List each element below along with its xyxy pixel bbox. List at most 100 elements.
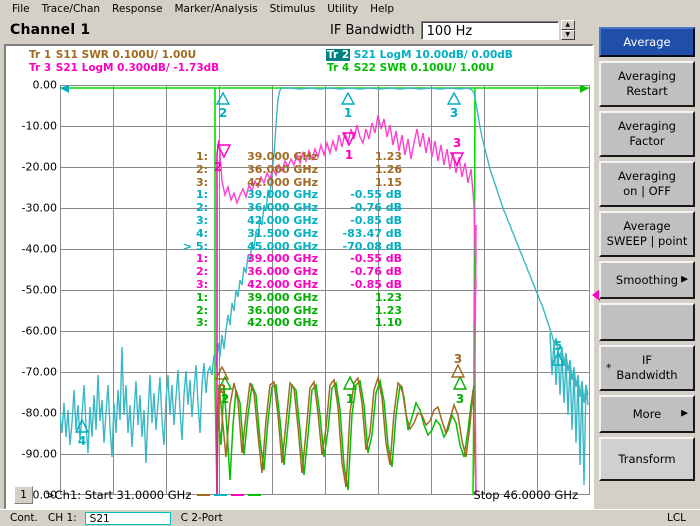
vna-application-window: File Trace/Chan Response Marker/Analysis Sti… bbox=[0, 0, 700, 526]
softkey-label-line-1: More bbox=[632, 406, 662, 421]
marker-frequency: 42.000 GHz bbox=[247, 213, 318, 227]
menu-item-marker-analysis[interactable]: Marker/Analysis bbox=[168, 2, 263, 16]
softkey-if-bandwidth[interactable]: IF Bandwidth * bbox=[599, 345, 695, 391]
softkey-label-line-2: Restart bbox=[626, 84, 668, 98]
svg-text:5: 5 bbox=[554, 339, 562, 353]
active-channel-status: CH 1: bbox=[47, 512, 77, 524]
marker-number: 3: bbox=[195, 213, 208, 227]
spinner-up-icon[interactable]: ▲ bbox=[560, 20, 575, 30]
marker-number: 1: bbox=[195, 150, 208, 163]
marker-value: 1.10 bbox=[374, 316, 402, 330]
softkey-label-line-1: Smoothing bbox=[615, 272, 679, 287]
y-axis-tick-1: -10.00 bbox=[21, 119, 57, 133]
marker-row[interactable]: 3: 42.000 GHz -0.85 dB bbox=[166, 213, 402, 228]
active-parameter-box[interactable]: S21 bbox=[84, 511, 171, 525]
softkey-averaging-restart[interactable]: Averaging Restart bbox=[599, 61, 695, 107]
if-bandwidth-control[interactable]: IF Bandwidth 100 Hz ▲ ▼ bbox=[330, 19, 575, 41]
svg-text:3: 3 bbox=[450, 106, 458, 120]
menu-bar: File Trace/Chan Response Marker/Analysis Sti… bbox=[0, 0, 700, 17]
softkey-smoothing[interactable]: Smoothing ▶ bbox=[599, 261, 695, 299]
local-remote-status: LCL bbox=[666, 512, 686, 524]
marker-row[interactable]: 1: 39.000 GHz 1.23 bbox=[166, 150, 402, 164]
marker-frequency: 31.500 GHz bbox=[247, 226, 318, 240]
chevron-right-icon: ▶ bbox=[681, 408, 688, 419]
marker-value: 1.23 bbox=[374, 150, 402, 163]
softkey-label-line-1: Average bbox=[623, 219, 671, 233]
trace-format-3: S21 LogM 0.300dB/ -1.73dB bbox=[52, 62, 220, 74]
y-axis-tick-0: 0.00 bbox=[32, 78, 58, 92]
trace-format-2: S21 LogM 10.00dB/ 0.00dB bbox=[350, 49, 513, 61]
marker-frequency: 39.000 GHz bbox=[247, 150, 318, 163]
y-axis-tick-4: -40.00 bbox=[21, 242, 57, 256]
marker-row[interactable]: 3: 42.000 GHz 1.10 bbox=[166, 317, 402, 330]
marker-row[interactable]: 1: 39.000 GHz 1.23 bbox=[166, 290, 402, 305]
softkey-panel: Average Averaging Restart Averaging Factor Av… bbox=[597, 27, 698, 510]
marker-value: -0.85 dB bbox=[350, 277, 402, 291]
svg-text:4: 4 bbox=[78, 434, 86, 448]
softkey-average-sweep-point[interactable]: Average SWEEP | point bbox=[599, 211, 695, 257]
softkey-averaging-factor[interactable]: Averaging Factor bbox=[599, 111, 695, 157]
softkey-averaging-on-off[interactable]: Averaging on | OFF bbox=[599, 161, 695, 207]
graph-panel[interactable]: Tr 1 S11 SWR 0.100U/ 1.00U Tr 2 S21 LogM … bbox=[4, 44, 600, 510]
svg-text:3: 3 bbox=[456, 392, 464, 406]
softkey-label-line-1: Averaging bbox=[618, 169, 676, 183]
trace-legend-4[interactable]: Tr 4 S22 SWR 0.100U/ 1.00U bbox=[326, 62, 494, 74]
trace-format-4: S22 SWR 0.100U/ 1.00U bbox=[350, 62, 495, 74]
softkey-more[interactable]: More ▶ bbox=[599, 395, 695, 433]
softkey-transform[interactable]: Transform bbox=[599, 437, 695, 481]
trace-legend-2[interactable]: Tr 2 S21 LogM 10.00dB/ 0.00dB bbox=[326, 49, 513, 61]
menu-item-help[interactable]: Help bbox=[364, 2, 400, 16]
softkey-label-line-2: Bandwidth bbox=[616, 368, 678, 382]
softkey-label-line-1: Transform bbox=[618, 451, 676, 466]
status-bar: Cont. CH 1: S21 C 2-Port LCL bbox=[0, 509, 700, 526]
menu-item-utility[interactable]: Utility bbox=[321, 2, 364, 16]
marker-frequency: 42.000 GHz bbox=[247, 316, 318, 330]
channel-number-box[interactable]: 1 bbox=[14, 486, 33, 504]
channel-title: Channel 1 bbox=[10, 22, 91, 38]
marker-number: 1: bbox=[195, 290, 208, 304]
menu-item-response[interactable]: Response bbox=[106, 2, 168, 16]
softkey-label-line-2: Factor bbox=[629, 134, 665, 148]
marker-row[interactable]: 3: 42.000 GHz -0.85 dB bbox=[166, 277, 402, 292]
trace-color-dash-2 bbox=[214, 494, 228, 496]
marker-frequency: 39.000 GHz bbox=[247, 290, 318, 304]
if-bandwidth-spinner[interactable]: ▲ ▼ bbox=[560, 20, 575, 40]
softkey-label-line-1: IF bbox=[641, 353, 652, 367]
spinner-down-icon[interactable]: ▼ bbox=[560, 30, 575, 40]
if-bandwidth-input[interactable]: 100 Hz bbox=[420, 20, 559, 40]
start-frequency-label: >Ch1: Start 31.0000 GHz bbox=[45, 488, 192, 502]
trace-color-dash-3 bbox=[231, 494, 245, 496]
stop-frequency-label: Stop 46.0000 GHz bbox=[473, 488, 578, 502]
y-axis-tick-9: -90.00 bbox=[21, 447, 57, 461]
chevron-right-icon: ▶ bbox=[681, 274, 688, 285]
softkey-label-line-2: on | OFF bbox=[623, 184, 671, 198]
marker-value: 1.26 bbox=[374, 162, 402, 176]
trace-tag-4[interactable]: Tr 4 bbox=[326, 62, 350, 74]
marker-number: 2: bbox=[195, 162, 208, 176]
trace-legend: Tr 1 S11 SWR 0.100U/ 1.00U Tr 2 S21 LogM … bbox=[6, 48, 592, 76]
trace-tag-2[interactable]: Tr 2 bbox=[326, 49, 351, 61]
marker-number: 3: bbox=[195, 277, 208, 291]
marker-frequency: 36.000 GHz bbox=[247, 162, 318, 176]
softkey-average[interactable]: Average bbox=[599, 27, 695, 57]
marker-row[interactable]: 4: 31.500 GHz -83.47 dB bbox=[166, 226, 402, 241]
marker-readout-table: 1: 39.000 GHz 1.23 2: 36.000 GHz 1.26 3: 42.000… bbox=[166, 150, 402, 330]
marker-number: 3: bbox=[195, 316, 208, 330]
marker-row[interactable]: 2: 36.000 GHz 1.26 bbox=[166, 162, 402, 177]
svg-text:3: 3 bbox=[454, 352, 462, 366]
softkey-blank[interactable] bbox=[599, 303, 695, 341]
softkey-label-line-1: Average bbox=[623, 34, 671, 49]
marker-value: -0.85 dB bbox=[350, 213, 402, 227]
y-axis-tick-6: -60.00 bbox=[21, 324, 57, 338]
svg-text:1: 1 bbox=[344, 106, 352, 120]
marker-frequency: 42.000 GHz bbox=[247, 277, 318, 291]
softkey-label-line-1: Averaging bbox=[618, 69, 676, 83]
menu-item-trace-chan[interactable]: Trace/Chan bbox=[36, 2, 106, 16]
menu-item-file[interactable]: File bbox=[6, 2, 36, 16]
svg-text:1: 1 bbox=[346, 392, 354, 406]
marker-value: 1.23 bbox=[374, 290, 402, 304]
asterisk-icon: * bbox=[606, 361, 612, 375]
trace-color-dash-1 bbox=[197, 494, 211, 496]
stimulus-bar: 1 >Ch1: Start 31.0000 GHz Stop 46.0000 G… bbox=[8, 484, 592, 506]
menu-item-stimulus[interactable]: Stimulus bbox=[264, 2, 322, 16]
